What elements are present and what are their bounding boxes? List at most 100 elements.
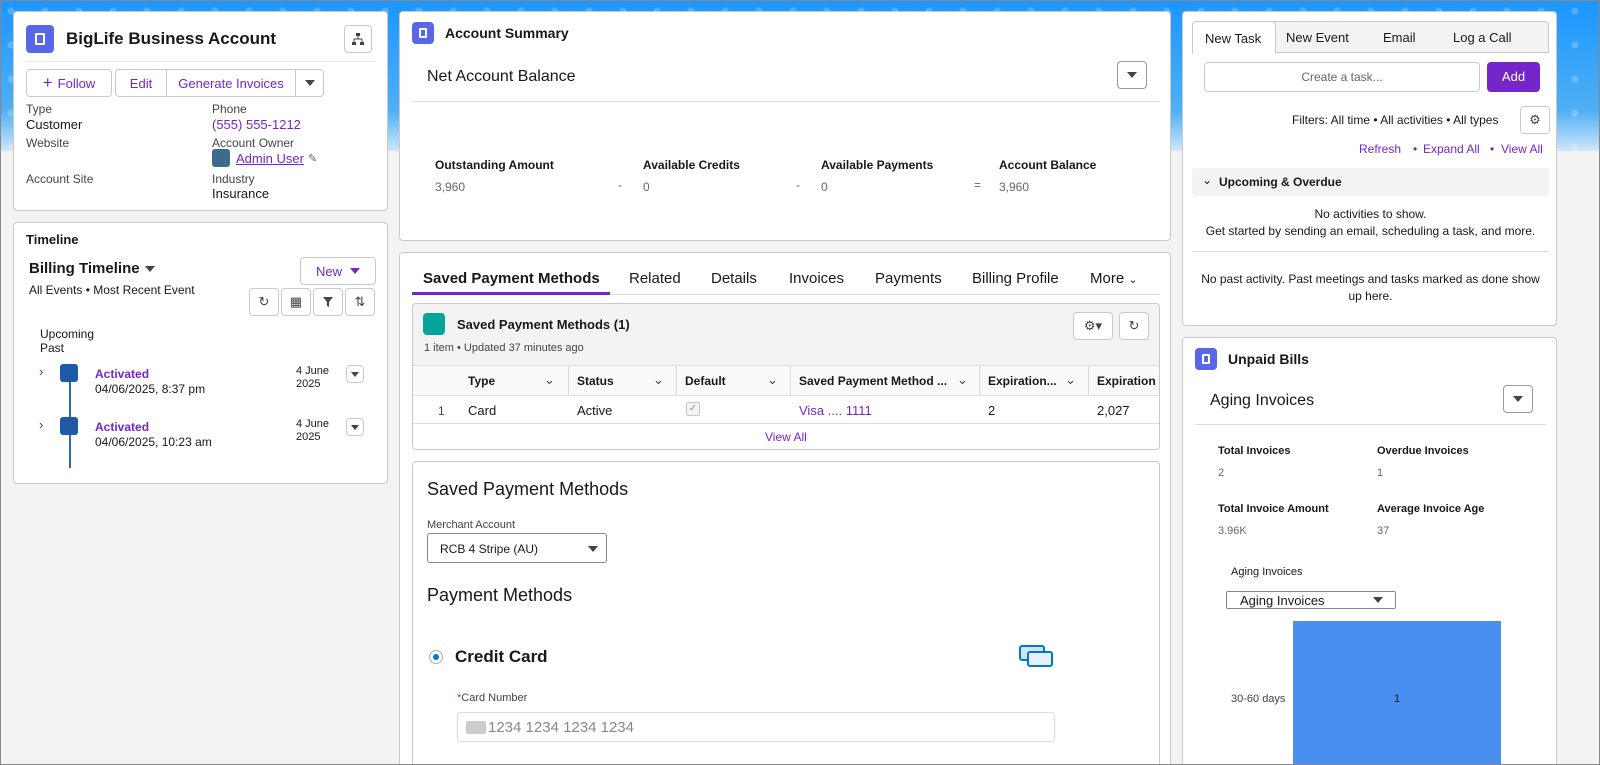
chart-select[interactable]: Aging Invoices bbox=[1226, 591, 1396, 609]
owner-link[interactable]: Admin User bbox=[236, 151, 304, 166]
cell-status: Active bbox=[577, 403, 613, 418]
tab-email[interactable]: Email bbox=[1383, 30, 1416, 45]
chevron-down-icon bbox=[1513, 396, 1523, 402]
timeline-item-title[interactable]: Activated bbox=[95, 367, 149, 381]
follow-button[interactable]: + Follow bbox=[26, 69, 112, 97]
column-header-type[interactable]: Type bbox=[468, 374, 495, 388]
sort-button[interactable]: ⇅ bbox=[345, 288, 375, 316]
stat-value: 3.96K bbox=[1218, 525, 1247, 537]
plus-icon: + bbox=[42, 73, 53, 92]
refresh-link[interactable]: Refresh bbox=[1359, 142, 1401, 156]
tabs-card: Saved Payment Methods Related Details In… bbox=[399, 252, 1171, 764]
refresh-button[interactable]: ↻ bbox=[249, 288, 279, 316]
list-refresh-button[interactable]: ↻ bbox=[1119, 312, 1149, 340]
filter-button[interactable] bbox=[313, 288, 343, 316]
column-header-expiration-month[interactable]: Expiration... bbox=[988, 374, 1057, 388]
expand-chevron-icon[interactable]: › bbox=[39, 417, 43, 432]
divider bbox=[413, 423, 1159, 424]
hierarchy-button[interactable] bbox=[344, 25, 372, 53]
credit-card-radio[interactable] bbox=[429, 650, 443, 664]
expand-chevron-icon[interactable]: › bbox=[39, 364, 43, 379]
stat-label: Overdue Invoices bbox=[1377, 445, 1469, 457]
stat-value: 2 bbox=[1218, 467, 1225, 479]
billing-timeline-title[interactable]: Billing Timeline bbox=[29, 260, 140, 277]
stat-value: 37 bbox=[1377, 525, 1390, 537]
card-number-input[interactable]: 1234 1234 1234 1234 bbox=[457, 712, 1055, 742]
credit-card-icon bbox=[1019, 645, 1055, 669]
chevron-down-icon bbox=[350, 268, 360, 274]
tab-related[interactable]: Related bbox=[629, 270, 681, 287]
column-header-default[interactable]: Default bbox=[685, 374, 726, 388]
task-input[interactable]: Create a task... bbox=[1204, 62, 1480, 92]
tab-payments[interactable]: Payments bbox=[875, 270, 942, 287]
timeline-card: Timeline Billing Timeline All Events • M… bbox=[13, 222, 388, 484]
related-list-meta: 1 item • Updated 37 minutes ago bbox=[424, 342, 584, 354]
credit-card-label[interactable]: Credit Card bbox=[455, 647, 548, 667]
upcoming-section-header[interactable]: ⌄ Upcoming & Overdue bbox=[1192, 168, 1549, 196]
timeline-item-datetime: 04/06/2025, 8:37 pm bbox=[95, 382, 206, 396]
stat-value: 1 bbox=[1377, 467, 1384, 479]
activity-filters[interactable]: Filters: All time • All activities • All… bbox=[1292, 113, 1498, 127]
tab-details[interactable]: Details bbox=[711, 270, 757, 287]
related-list-title[interactable]: Saved Payment Methods (1) bbox=[457, 317, 630, 332]
upcoming-label: Upcoming bbox=[40, 327, 95, 341]
chevron-down-icon[interactable]: ⌄ bbox=[544, 372, 555, 388]
related-list: Saved Payment Methods (1) 1 item • Updat… bbox=[412, 303, 1160, 450]
past-label: Past bbox=[40, 341, 65, 355]
chevron-down-icon bbox=[304, 80, 315, 86]
timeline-item-menu-button[interactable] bbox=[346, 418, 364, 436]
add-task-button[interactable]: Add bbox=[1487, 62, 1540, 92]
payment-method-icon bbox=[423, 313, 445, 335]
tab-new-task[interactable]: New Task bbox=[1192, 21, 1276, 54]
upcoming-section-title: Upcoming & Overdue bbox=[1219, 175, 1342, 189]
aging-chart: 30-60 days 1 bbox=[1231, 621, 1501, 764]
timeline-item-date: 4 June bbox=[296, 365, 330, 377]
phone-link[interactable]: (555) 555-1212 bbox=[212, 117, 301, 132]
date-filter-button[interactable]: ▦ bbox=[281, 288, 311, 316]
tab-billing-profile[interactable]: Billing Profile bbox=[972, 270, 1059, 287]
timeline-dropdown-icon[interactable] bbox=[145, 266, 155, 272]
column-header-status[interactable]: Status bbox=[577, 374, 614, 388]
expand-all-link[interactable]: Expand All bbox=[1423, 142, 1480, 156]
filter-icon bbox=[323, 297, 333, 307]
tab-log-a-call[interactable]: Log a Call bbox=[1453, 30, 1512, 45]
timeline-new-button[interactable]: New bbox=[300, 257, 376, 285]
merchant-select[interactable]: RCB 4 Stripe (AU) bbox=[427, 533, 607, 563]
page-background: BigLife Business Account + Follow Edit Ge… bbox=[0, 0, 1600, 765]
more-actions-button[interactable] bbox=[295, 69, 324, 97]
edit-button[interactable]: Edit bbox=[115, 69, 167, 97]
timeline-item-menu-button[interactable] bbox=[346, 365, 364, 383]
summary-dropdown-button[interactable] bbox=[1117, 61, 1147, 89]
tab-active-indicator bbox=[412, 292, 610, 295]
change-owner-icon[interactable]: ✎ bbox=[308, 152, 317, 165]
chevron-down-icon[interactable]: ⌄ bbox=[957, 372, 968, 388]
tab-more[interactable]: More ⌄ bbox=[1090, 270, 1138, 287]
chart-select-value: Aging Invoices bbox=[1240, 593, 1325, 608]
timeline-item-year: 2025 bbox=[296, 378, 321, 390]
tab-saved-payment-methods[interactable]: Saved Payment Methods bbox=[423, 270, 600, 287]
cell-payment-method-link[interactable]: Visa .... 1111 bbox=[799, 403, 872, 418]
column-divider bbox=[979, 366, 980, 396]
timeline-item-title[interactable]: Activated bbox=[95, 420, 149, 434]
generate-invoices-button[interactable]: Generate Invoices bbox=[166, 69, 296, 97]
owner-label: Account Owner bbox=[212, 136, 295, 150]
view-all-activities-link[interactable]: View All bbox=[1501, 142, 1543, 156]
tab-new-event[interactable]: New Event bbox=[1286, 30, 1349, 45]
column-header-expiration-year[interactable]: Expiration bbox=[1097, 374, 1156, 388]
card-brand-icon bbox=[466, 721, 486, 734]
list-settings-button[interactable]: ⚙▾ bbox=[1073, 312, 1113, 340]
chevron-down-icon bbox=[588, 546, 598, 552]
card-number-label: *Card Number bbox=[457, 692, 528, 704]
activity-settings-button[interactable]: ⚙ bbox=[1520, 106, 1550, 134]
tab-invoices[interactable]: Invoices bbox=[789, 270, 844, 287]
chevron-down-icon[interactable]: ⌄ bbox=[767, 372, 778, 388]
card-number-placeholder: 1234 1234 1234 1234 bbox=[488, 719, 634, 736]
chevron-down-icon[interactable]: ⌄ bbox=[1065, 372, 1076, 388]
view-all-link[interactable]: View All bbox=[765, 430, 807, 444]
divider bbox=[1192, 251, 1549, 252]
aging-dropdown-button[interactable] bbox=[1503, 385, 1533, 413]
activity-card: New Task New Event Email Log a Call Crea… bbox=[1182, 11, 1557, 326]
chevron-down-icon[interactable]: ⌄ bbox=[653, 372, 664, 388]
column-header-saved-payment-method[interactable]: Saved Payment Method ... bbox=[799, 374, 947, 388]
summary-col-label: Outstanding Amount bbox=[435, 158, 554, 172]
